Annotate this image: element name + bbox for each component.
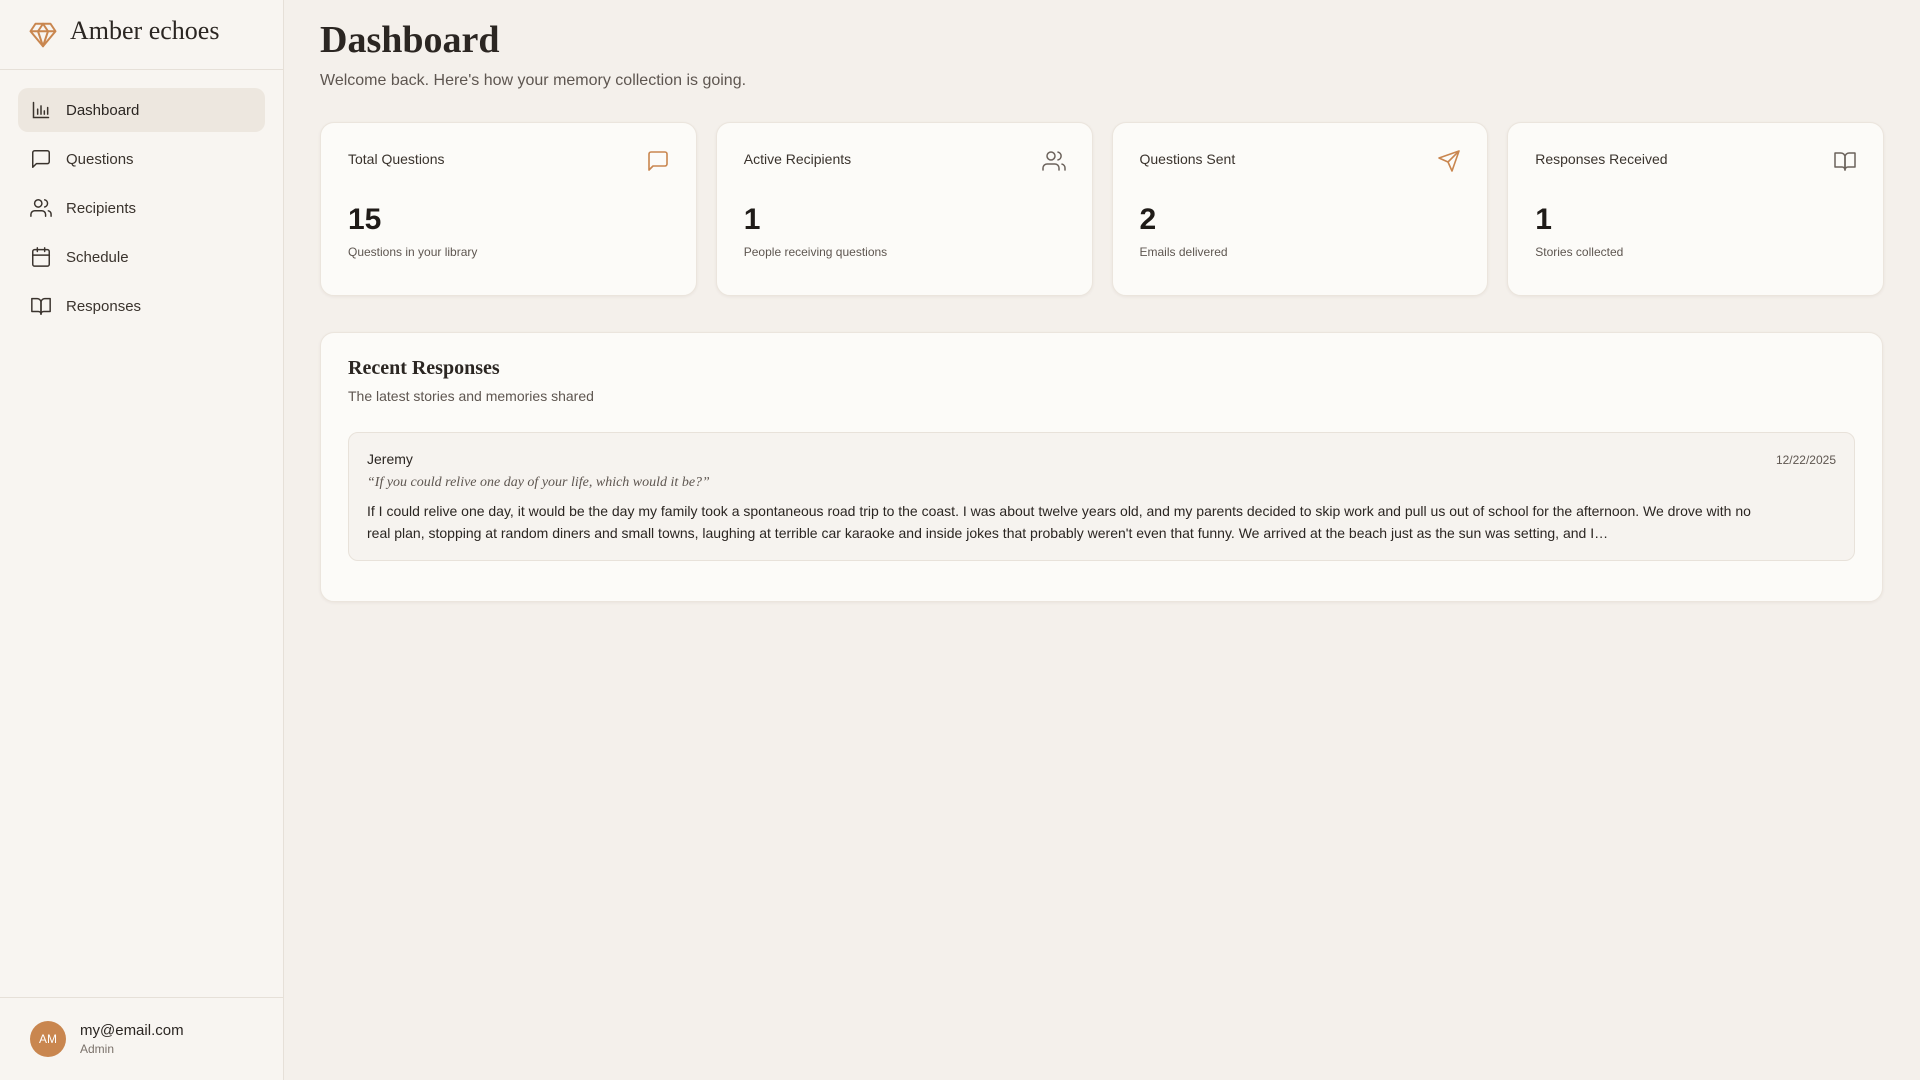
sidebar-item-label: Dashboard: [66, 101, 140, 119]
message-square-icon: [646, 149, 670, 173]
bar-chart-icon: [30, 99, 52, 121]
users-icon: [1041, 149, 1066, 173]
stat-description: People receiving questions: [743, 245, 888, 259]
response-item[interactable]: Jeremy 12/22/2025 “If you could relive o…: [348, 432, 1855, 561]
response-recipient-name: Jeremy: [367, 451, 413, 467]
sidebar: Amber echoes Dashboard Questions Recipie…: [0, 0, 284, 1080]
sidebar-item-label: Recipients: [66, 199, 137, 217]
section-subtitle: The latest stories and memories shared: [348, 388, 594, 404]
stat-value: 15: [348, 203, 382, 236]
sidebar-item-questions[interactable]: Questions: [18, 137, 265, 181]
sidebar-item-label: Schedule: [66, 248, 129, 266]
response-date: 12/22/2025: [1775, 453, 1836, 467]
response-answer: If I could relive one day, it would be t…: [367, 503, 1751, 541]
user-profile[interactable]: AM my@email.com Admin: [0, 997, 283, 1080]
book-open-icon: [1833, 149, 1857, 173]
page-title: Dashboard: [320, 19, 500, 61]
brand[interactable]: Amber echoes: [0, 0, 283, 70]
recent-responses-panel: Recent Responses The latest stories and …: [320, 332, 1883, 602]
section-title: Recent Responses: [348, 357, 500, 379]
main-content: Dashboard Welcome back. Here's how your …: [320, 0, 1884, 602]
stat-card-active-recipients: Active Recipients 1 People receiving que…: [715, 122, 1093, 296]
stat-card-responses-received: Responses Received 1 Stories collected: [1507, 122, 1884, 296]
stat-card-questions-sent: Questions Sent 2 Emails delivered: [1111, 122, 1489, 296]
user-info: my@email.com Admin: [80, 1022, 184, 1056]
sidebar-item-schedule[interactable]: Schedule: [18, 235, 265, 279]
diamond-icon: [28, 20, 58, 50]
user-role: Admin: [80, 1042, 115, 1056]
sidebar-item-recipients[interactable]: Recipients: [18, 186, 265, 230]
stat-label: Active Recipients: [743, 151, 852, 167]
stat-description: Emails delivered: [1139, 245, 1228, 259]
brand-name: Amber echoes: [70, 15, 220, 45]
stat-value: 1: [1535, 203, 1552, 236]
send-icon: [1437, 149, 1461, 173]
stat-description: Stories collected: [1535, 245, 1624, 259]
sidebar-item-label: Questions: [66, 150, 134, 168]
stat-card-total-questions: Total Questions 15 Questions in your lib…: [320, 122, 697, 296]
stat-label: Questions Sent: [1139, 151, 1236, 167]
stat-label: Total Questions: [348, 151, 445, 167]
book-open-icon: [30, 295, 52, 317]
calendar-icon: [30, 246, 52, 268]
sidebar-nav: Dashboard Questions Recipients Schedule …: [0, 70, 283, 328]
sidebar-item-label: Responses: [66, 297, 142, 315]
stat-value: 1: [743, 203, 761, 236]
stats-row: Total Questions 15 Questions in your lib…: [320, 122, 1884, 296]
message-square-icon: [30, 148, 52, 170]
stat-label: Responses Received: [1535, 151, 1668, 167]
sidebar-item-dashboard[interactable]: Dashboard: [18, 88, 265, 132]
response-question: “If you could relive one day of your lif…: [367, 475, 710, 490]
users-icon: [30, 197, 52, 219]
avatar: AM: [30, 1021, 66, 1057]
page-subtitle: Welcome back. Here's how your memory col…: [320, 72, 747, 89]
stat-value: 2: [1139, 203, 1157, 236]
sidebar-item-responses[interactable]: Responses: [18, 284, 265, 328]
stat-description: Questions in your library: [348, 245, 478, 259]
user-email: my@email.com: [80, 1022, 184, 1039]
